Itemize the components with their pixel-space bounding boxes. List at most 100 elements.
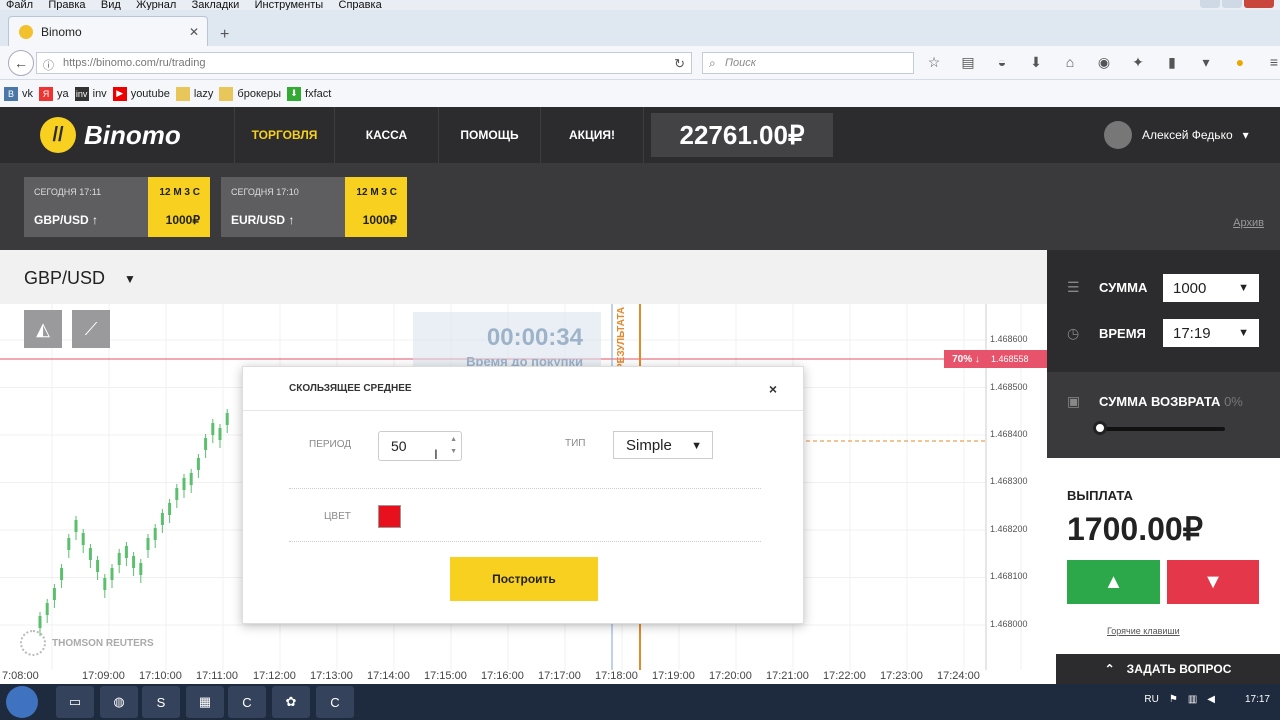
archive-link[interactable]: Архив [1233, 217, 1264, 229]
menu-edit[interactable]: Правка [48, 0, 85, 10]
payout-value: 1700.00₽ [1067, 511, 1204, 547]
shield-icon: ▣ [1067, 393, 1081, 409]
build-button[interactable]: Построить [450, 557, 598, 601]
extension-icon[interactable]: ✦ [1128, 54, 1148, 71]
clock[interactable]: 17:17 [1245, 694, 1270, 705]
bookmark-item[interactable]: lazy [175, 86, 213, 101]
nav-cashier[interactable]: КАССА [334, 107, 438, 163]
dropdown-icon[interactable]: ▾ [1196, 54, 1216, 71]
back-button[interactable]: ← [8, 50, 34, 76]
download-icon[interactable]: ⬇ [1026, 54, 1046, 71]
menu-tools[interactable]: Инструменты [255, 0, 324, 10]
addon-icon[interactable]: ● [1230, 54, 1250, 71]
nav-trading[interactable]: ТОРГОВЛЯ [234, 107, 334, 163]
language-indicator[interactable]: RU [1144, 694, 1158, 705]
menu-help[interactable]: Справка [339, 0, 382, 10]
color-picker[interactable] [378, 505, 401, 528]
slider-handle[interactable] [1093, 421, 1107, 435]
bookmark-star-icon[interactable]: ☆ [924, 54, 944, 71]
new-tab-icon[interactable]: + [220, 26, 229, 44]
y-tick-label: 1.468500 [990, 382, 1028, 392]
chevron-down-icon: ▼ [1238, 327, 1249, 339]
percent-badge: 70% ↓ [944, 350, 988, 368]
user-menu[interactable]: Алексей Федько ▾ [1104, 121, 1249, 149]
menu-file[interactable]: Файл [6, 0, 33, 10]
bookmark-item[interactable]: ⬇ fxfact [287, 86, 331, 101]
amount-select[interactable]: 1000 ▼ [1163, 274, 1259, 302]
home-icon[interactable]: ⌂ [1060, 54, 1080, 71]
bookmark-item[interactable]: inv inv [74, 86, 107, 101]
reading-list-icon[interactable]: ▤ [958, 54, 978, 71]
divider [289, 488, 761, 489]
area-chart-icon: ◭ [36, 318, 50, 339]
nav-promo[interactable]: АКЦИЯ! [540, 107, 644, 163]
close-tab-icon[interactable]: ✕ [189, 25, 199, 39]
result-line-label: РЕЗУЛЬТАТА [616, 306, 627, 370]
close-window-button[interactable] [1244, 0, 1274, 8]
app-taskbar-icon[interactable]: ▦ [186, 686, 224, 718]
menu-history[interactable]: Журнал [136, 0, 176, 10]
firefox-taskbar-icon[interactable]: ◍ [100, 686, 138, 718]
indicators-button[interactable]: ⟋ [72, 310, 110, 348]
trade-amount: 1000₽ [362, 213, 397, 227]
return-slider[interactable] [1101, 427, 1225, 431]
pocket-icon[interactable]: ◒ [992, 54, 1012, 71]
app-taskbar-icon[interactable]: ✿ [272, 686, 310, 718]
candle-body [182, 478, 186, 490]
call-up-button[interactable]: ▲ [1067, 560, 1160, 604]
time-select[interactable]: 17:19 ▼ [1163, 319, 1259, 347]
chevron-down-icon: ▼ [691, 440, 702, 452]
type-select[interactable]: Simple ▼ [613, 431, 713, 459]
user-name: Алексей Федько [1142, 128, 1233, 142]
trade-duration: 12 М 3 С [159, 187, 200, 198]
volume-icon[interactable]: ◀ [1207, 694, 1215, 705]
ask-question-button[interactable]: ⌃ ЗАДАТЬ ВОПРОС [1056, 654, 1280, 684]
candle-body [110, 568, 114, 580]
maximize-button[interactable] [1222, 0, 1242, 8]
site-info-icon[interactable]: ⓘ [43, 57, 54, 73]
binomo-logo[interactable]: // Binomo [40, 117, 181, 153]
trade-card[interactable]: СЕГОДНЯ 17:10 EUR/USD ↑ 12 М 3 С 1000₽ [221, 177, 407, 237]
asset-selector[interactable]: GBP/USD [24, 268, 105, 289]
candle-body [81, 533, 85, 545]
balance-display[interactable]: 22761.00₽ [651, 113, 833, 157]
app-taskbar-icon[interactable]: C [228, 686, 266, 718]
trade-amount: 1000₽ [165, 213, 200, 227]
start-button[interactable] [6, 686, 38, 718]
chat-icon[interactable]: ◉ [1094, 54, 1114, 71]
x-tick-label: 17:11:00 [196, 670, 239, 682]
app-taskbar-icon[interactable]: C [316, 686, 354, 718]
menu-bookmarks[interactable]: Закладки [192, 0, 240, 10]
address-bar[interactable]: ⓘ https://binomo.com/ru/trading ↻ [36, 52, 692, 74]
chevron-down-icon[interactable]: ▼ [124, 272, 136, 286]
reload-icon[interactable]: ↻ [674, 56, 685, 72]
candle-body [168, 503, 172, 515]
network-icon[interactable]: ▥ [1188, 694, 1197, 705]
trade-panel: ☰ СУММА 1000 ▼ ◷ ВРЕМЯ 17:19 ▼ ▣ СУММА В… [1047, 250, 1280, 684]
search-input[interactable]: ⌕ Поиск [702, 52, 914, 74]
x-tick-label: 17:19:00 [652, 670, 695, 682]
bookmark-item[interactable]: брокеры [219, 86, 281, 101]
bookmark-item[interactable]: Bvk [4, 86, 33, 101]
trade-card[interactable]: СЕГОДНЯ 17:11 GBP/USD ↑ 12 М 3 С 1000₽ [24, 177, 210, 237]
bookmark-item[interactable]: Яya [39, 86, 69, 101]
candle-body [153, 528, 157, 540]
candle-body [146, 538, 150, 550]
skype-taskbar-icon[interactable]: S [142, 686, 180, 718]
chevron-down-icon: ▾ [1242, 128, 1249, 142]
close-icon[interactable]: × [769, 381, 777, 397]
explorer-taskbar-icon[interactable]: ▭ [56, 686, 94, 718]
browser-tab[interactable]: Binomo ✕ [8, 16, 208, 46]
clipboard-icon[interactable]: ▮ [1162, 54, 1182, 71]
bookmark-item[interactable]: ▶ youtube [112, 86, 170, 101]
flag-icon[interactable]: ⚑ [1169, 694, 1178, 705]
menu-view[interactable]: Вид [101, 0, 121, 10]
minimize-button[interactable] [1200, 0, 1220, 8]
nav-help[interactable]: ПОМОЩЬ [438, 107, 540, 163]
hamburger-menu-icon[interactable]: ≡ [1264, 54, 1280, 71]
period-input[interactable]: 50 ▲ ▼ [378, 431, 462, 461]
chart-type-button[interactable]: ◭ [24, 310, 62, 348]
hotkeys-link[interactable]: Горячие клавиши [1107, 626, 1180, 636]
put-down-button[interactable]: ▼ [1167, 560, 1259, 604]
period-stepper-icon[interactable]: ▲ ▼ [450, 434, 457, 458]
